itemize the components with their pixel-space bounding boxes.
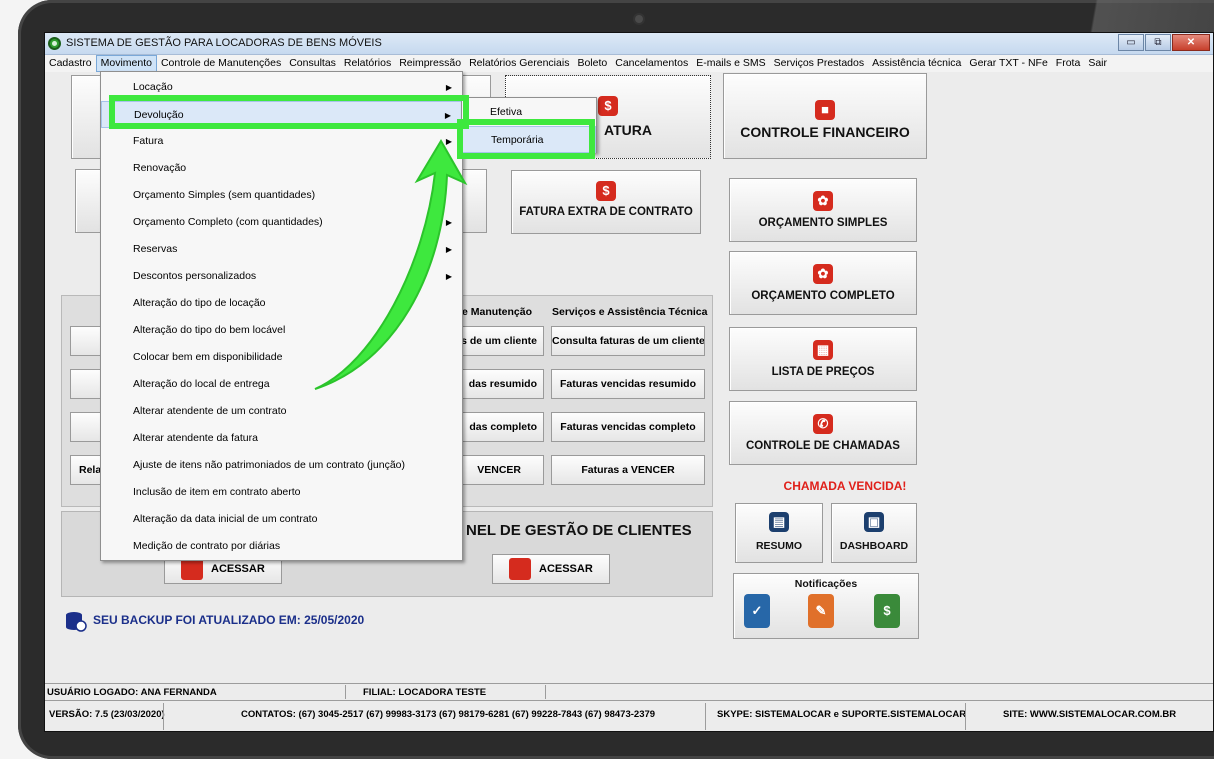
camera-dot: [635, 15, 643, 23]
tutorial-arrow-icon: [314, 139, 468, 390]
tablet-glare: [1028, 0, 1214, 32]
app-window: SISTEMA DE GESTÃO PARA LOCADORAS DE BENS…: [44, 32, 1214, 732]
